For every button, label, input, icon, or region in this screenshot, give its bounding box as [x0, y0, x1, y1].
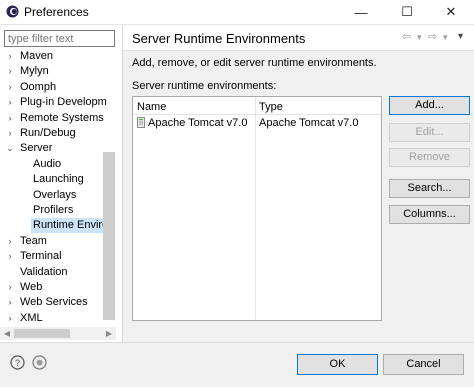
close-button[interactable]: ✕ — [428, 0, 474, 24]
tree-item-label: Web Services — [20, 296, 88, 309]
tree-item-overlays[interactable]: Overlays — [0, 188, 116, 203]
chevron-down-icon[interactable]: ⌄ — [5, 141, 15, 156]
tree-item-run-debug[interactable]: › Run/Debug — [0, 126, 116, 141]
chevron-right-icon[interactable]: › — [5, 280, 15, 295]
remove-button[interactable]: Remove — [389, 148, 470, 167]
eclipse-icon — [6, 5, 19, 18]
tree-item-launching[interactable]: Launching — [0, 172, 116, 187]
tree-item-label: Profilers — [33, 204, 74, 216]
tree-item-label: Terminal — [20, 250, 62, 263]
server-runtime-icon — [137, 117, 145, 128]
chevron-right-icon[interactable]: › — [5, 126, 15, 141]
tree-item-remote-systems[interactable]: › Remote Systems — [0, 111, 116, 126]
tree-item-label: Server — [20, 142, 53, 155]
tree-item-xml[interactable]: › XML — [0, 311, 116, 326]
bottom-divider — [0, 342, 474, 343]
tree-item-audio[interactable]: Audio — [0, 157, 116, 172]
tree-item-label: Launching — [33, 173, 84, 186]
tree-item-label: XML — [20, 311, 43, 324]
back-icon[interactable]: ⇦ — [402, 30, 411, 43]
tree-item-terminal[interactable]: › Terminal — [0, 249, 116, 264]
tree-item-team[interactable]: › Team — [0, 234, 116, 249]
chevron-right-icon[interactable]: › — [5, 95, 15, 110]
cancel-button[interactable]: Cancel — [383, 354, 464, 375]
chevron-right-icon[interactable]: › — [5, 49, 15, 64]
filter-input[interactable] — [4, 30, 115, 47]
forward-icon[interactable]: ⇨ — [428, 30, 437, 43]
forward-menu-icon[interactable]: ▾ — [443, 32, 448, 43]
tree-item-label: Web — [20, 281, 43, 293]
preferences-tree: › Maven › Mylyn › Oomph › Plug-in Develo… — [0, 49, 116, 327]
help-icon[interactable]: ? — [10, 355, 25, 370]
tree-item-plugin-development[interactable]: › Plug-in Developm — [0, 95, 116, 110]
tree-vertical-scrollbar[interactable] — [103, 152, 115, 320]
ok-button[interactable]: OK — [297, 354, 378, 375]
chevron-right-icon[interactable]: › — [5, 80, 15, 95]
tree-item-oomph[interactable]: › Oomph — [0, 80, 116, 95]
tree-item-web-services[interactable]: › Web Services — [0, 295, 116, 310]
tree-item-server[interactable]: ⌄ Server — [0, 141, 116, 156]
edit-button[interactable]: Edit... — [389, 123, 470, 142]
tree-item-label: Oomph — [20, 80, 57, 93]
page-description: Add, remove, or edit server runtime envi… — [132, 57, 377, 69]
tree-item-mylyn[interactable]: › Mylyn — [0, 64, 116, 79]
tree-item-label: Maven — [20, 50, 54, 62]
tree-item-label: Validation — [20, 265, 68, 278]
record-macro-icon[interactable] — [32, 355, 47, 370]
tree-item-web[interactable]: › Web — [0, 280, 116, 295]
tree-item-label: Mylyn — [20, 65, 49, 78]
column-header-name[interactable]: Name — [137, 101, 166, 113]
tree-item-label: Team — [20, 234, 47, 247]
chevron-right-icon[interactable]: › — [5, 64, 15, 79]
back-menu-icon[interactable]: ▾ — [417, 32, 422, 43]
environments-label: Server runtime environments: — [132, 80, 277, 92]
view-menu-icon[interactable]: ▾ — [458, 31, 463, 42]
scroll-left-icon[interactable]: ◀ — [2, 327, 12, 340]
chevron-right-icon[interactable]: › — [5, 311, 15, 326]
tree-item-maven[interactable]: › Maven — [0, 49, 116, 64]
tree-item-validation[interactable]: Validation — [0, 265, 116, 280]
help-glyph: ? — [15, 358, 20, 368]
page-title: Server Runtime Environments — [132, 31, 306, 46]
table-cell-name[interactable]: Apache Tomcat v7.0 — [148, 117, 247, 129]
chevron-right-icon[interactable]: › — [5, 295, 15, 310]
search-button[interactable]: Search... — [389, 179, 470, 198]
table-cell-type[interactable]: Apache Tomcat v7.0 — [259, 117, 358, 129]
tree-item-runtime-environments[interactable]: Runtime Enviror — [0, 218, 116, 234]
minimize-button[interactable]: — — [338, 0, 384, 24]
add-button[interactable]: Add... — [389, 96, 470, 115]
tree-item-label: Plug-in Developm — [20, 96, 107, 109]
maximize-button[interactable]: ☐ — [384, 0, 430, 24]
chevron-right-icon[interactable]: › — [5, 234, 15, 249]
tree-item-label: Audio — [33, 157, 62, 170]
scroll-right-icon[interactable]: ▶ — [104, 327, 114, 340]
runtime-environments-table[interactable] — [132, 96, 382, 321]
columns-button[interactable]: Columns... — [389, 205, 470, 224]
tree-item-profilers[interactable]: Profilers — [0, 203, 116, 218]
horizontal-scroll-thumb[interactable] — [14, 329, 70, 338]
header-divider — [133, 114, 381, 115]
tree-item-label: Remote Systems — [20, 111, 104, 124]
tree-item-label: Run/Debug — [20, 127, 76, 139]
tree-item-label: Overlays — [33, 188, 77, 201]
column-divider[interactable] — [255, 97, 256, 320]
chevron-right-icon[interactable]: › — [5, 111, 15, 126]
chevron-right-icon[interactable]: › — [5, 249, 15, 264]
window-title: Preferences — [24, 5, 89, 19]
column-header-type[interactable]: Type — [259, 101, 283, 113]
